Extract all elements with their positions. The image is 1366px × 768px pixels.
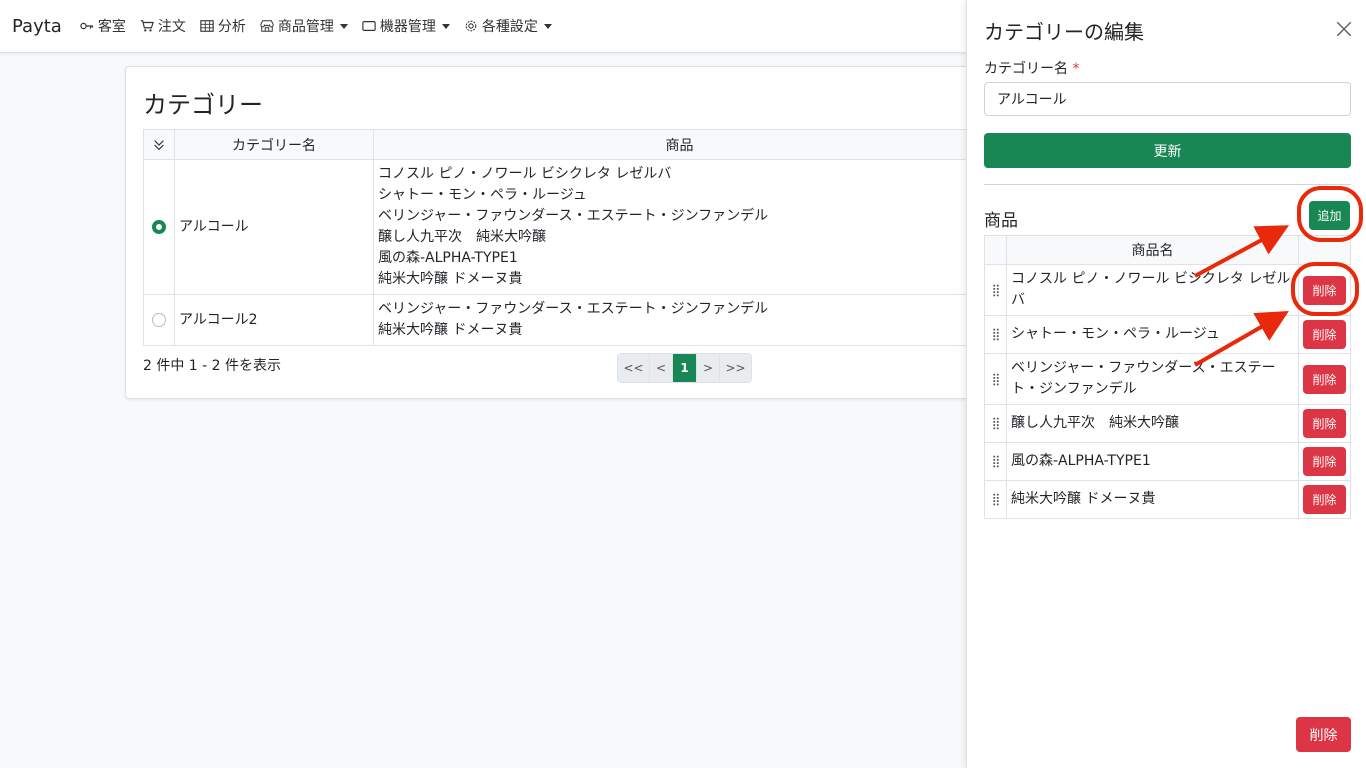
category-table: カテゴリー名 商品 アルコール コノスル ピノ・ノワール ビシクレタ レゼルバ …: [143, 129, 986, 346]
pager-last[interactable]: >>: [720, 354, 751, 382]
products-cell: ベリンジャー・ファウンダース・エステート・ジンファンデル 純米大吟醸 ドメーヌ貴: [373, 294, 986, 346]
product-line: 純米大吟醸 ドメーヌ貴: [378, 271, 523, 287]
pager-next[interactable]: >: [697, 354, 720, 382]
drag-handle-icon[interactable]: ⣿: [984, 353, 1007, 405]
product-name-cell: 醸し人九平次 純米大吟醸: [1006, 404, 1299, 443]
chevron-down-icon: [441, 23, 450, 29]
delete-product-button[interactable]: 削除: [1303, 485, 1346, 514]
label-text: カテゴリー名: [984, 61, 1068, 77]
product-line: コノスル ピノ・ノワール ビシクレタ レゼルバ: [378, 166, 672, 182]
divider: [984, 184, 1351, 185]
product-name-cell: 純米大吟醸 ドメーヌ貴: [1006, 480, 1299, 519]
table-row: ⣿ 醸し人九平次 純米大吟醸 削除: [984, 404, 1351, 443]
product-line: ベリンジャー・ファウンダース・エステート・ジンファンデル: [378, 301, 769, 317]
nav-item-device-management[interactable]: 機器管理: [362, 16, 450, 36]
products-cell: コノスル ピノ・ノワール ビシクレタ レゼルバ シャトー・モン・ペラ・ルージュ …: [373, 159, 986, 295]
product-line: シャトー・モン・ペラ・ルージュ: [378, 187, 587, 203]
delete-product-button[interactable]: 削除: [1303, 275, 1346, 305]
nav-item-label: 客室: [97, 19, 126, 35]
product-name-cell: コノスル ピノ・ノワール ビシクレタ レゼルバ: [1006, 264, 1299, 316]
delete-category-button[interactable]: 削除: [1296, 717, 1351, 752]
product-name-cell: ベリンジャー・ファウンダース・エステート・ジンファンデル: [1006, 353, 1299, 405]
category-list-card: カテゴリー カテゴリー名 商品 アルコール コノスル ピノ・ノワール ビシクレタ…: [125, 66, 986, 399]
nav-item-label: 商品管理: [277, 19, 334, 35]
drag-handle-icon[interactable]: ⣿: [984, 264, 1007, 316]
product-line: ベリンジャー・ファウンダース・エステート・ジンファンデル: [378, 208, 769, 224]
product-name-cell: 風の森-ALPHA-TYPE1: [1006, 442, 1299, 481]
drag-handle-icon[interactable]: ⣿: [984, 404, 1007, 443]
column-header-product-name: 商品名: [1006, 235, 1299, 265]
delete-product-button[interactable]: 削除: [1303, 447, 1346, 476]
gear-icon: [465, 20, 477, 32]
table-row: ⣿ コノスル ピノ・ノワール ビシクレタ レゼルバ 削除: [984, 264, 1351, 316]
table-row: ⣿ ベリンジャー・ファウンダース・エステート・ジンファンデル 削除: [984, 353, 1351, 405]
table-icon: [200, 20, 214, 32]
tablet-icon: [362, 21, 376, 31]
product-line: 純米大吟醸 ドメーヌ貴: [378, 322, 523, 338]
shop-icon: [260, 20, 274, 32]
cart-icon: [140, 20, 154, 32]
drag-handle-icon[interactable]: ⣿: [984, 315, 1007, 354]
edit-category-panel: カテゴリーの編集 カテゴリー名 * 更新 商品 追加 商品名 ⣿ コノスル ピノ…: [966, 0, 1366, 768]
nav-item-product-management[interactable]: 商品管理: [260, 16, 348, 36]
table-row[interactable]: アルコール コノスル ピノ・ノワール ビシクレタ レゼルバ シャトー・モン・ペラ…: [143, 159, 986, 295]
nav-item-label: 分析: [217, 19, 246, 35]
product-name-cell: シャトー・モン・ペラ・ルージュ: [1006, 315, 1299, 354]
page-title: カテゴリー: [143, 91, 263, 119]
drag-handle-icon[interactable]: ⣿: [984, 442, 1007, 481]
panel-title: カテゴリーの編集: [984, 20, 1144, 44]
required-mark: *: [1072, 61, 1080, 77]
nav-item-orders[interactable]: 注文: [140, 16, 186, 36]
row-radio[interactable]: [152, 312, 166, 327]
key-icon: [80, 22, 93, 30]
pager-prev[interactable]: <: [650, 354, 673, 382]
nav-item-label: 各種設定: [481, 19, 538, 35]
expand-all-header[interactable]: [143, 129, 175, 160]
delete-product-button[interactable]: 削除: [1303, 409, 1346, 438]
drag-column-header: [984, 235, 1007, 265]
pagination: << < 1 > >>: [617, 353, 752, 383]
row-select-cell[interactable]: [143, 294, 175, 346]
close-icon[interactable]: [1335, 20, 1353, 38]
row-select-cell[interactable]: [143, 159, 175, 295]
pager-page-1[interactable]: 1: [673, 354, 697, 382]
column-header-products: 商品: [373, 129, 986, 160]
brand-logo[interactable]: Payta: [12, 16, 62, 37]
delete-product-button[interactable]: 削除: [1303, 364, 1346, 394]
result-count: 2 件中 1 - 2 件を表示: [143, 358, 282, 374]
chevron-down-icon: [339, 23, 348, 29]
products-table: 商品名 ⣿ コノスル ピノ・ノワール ビシクレタ レゼルバ 削除 ⣿ シャトー・…: [984, 235, 1351, 519]
products-section-title: 商品: [984, 211, 1018, 231]
table-row: ⣿ 風の森-ALPHA-TYPE1 削除: [984, 442, 1351, 481]
delete-product-button[interactable]: 削除: [1303, 320, 1346, 349]
update-button[interactable]: 更新: [984, 133, 1351, 168]
nav-item-analytics[interactable]: 分析: [200, 16, 246, 36]
add-product-button[interactable]: 追加: [1309, 201, 1350, 230]
table-row: ⣿ 純米大吟醸 ドメーヌ貴 削除: [984, 480, 1351, 519]
table-row: ⣿ シャトー・モン・ペラ・ルージュ 削除: [984, 315, 1351, 354]
nav-item-label: 注文: [157, 19, 186, 35]
chevron-down-icon: [543, 23, 552, 29]
row-radio-selected[interactable]: [152, 219, 166, 234]
product-line: 醸し人九平次 純米大吟醸: [378, 229, 546, 245]
column-header-category-name: カテゴリー名: [174, 129, 374, 160]
double-chevron-down-icon: [154, 139, 164, 150]
category-name-input[interactable]: [984, 82, 1351, 116]
table-row[interactable]: アルコール2 ベリンジャー・ファウンダース・エステート・ジンファンデル 純米大吟…: [143, 294, 986, 346]
product-line: 風の森-ALPHA-TYPE1: [378, 250, 518, 266]
category-name-label: カテゴリー名 *: [984, 58, 1079, 78]
delete-column-header: [1298, 235, 1351, 265]
category-name-cell: アルコール2: [174, 294, 374, 346]
nav-item-label: 機器管理: [379, 19, 436, 35]
nav-item-settings[interactable]: 各種設定: [464, 16, 552, 36]
drag-handle-icon[interactable]: ⣿: [984, 480, 1007, 519]
nav-item-rooms[interactable]: 客室: [80, 16, 126, 36]
category-name-cell: アルコール: [174, 159, 374, 295]
pager-first[interactable]: <<: [618, 354, 650, 382]
